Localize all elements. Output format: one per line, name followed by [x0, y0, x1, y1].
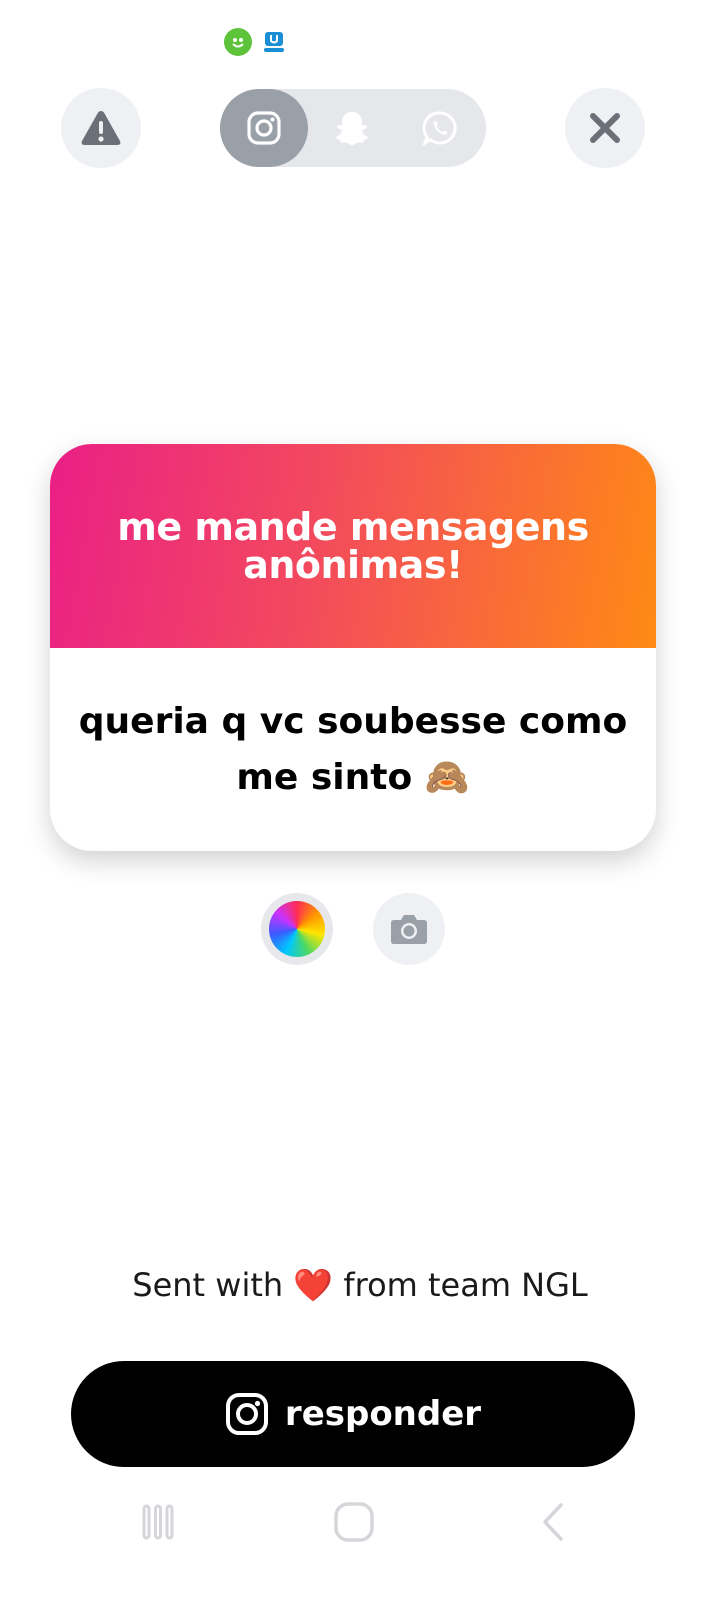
prompt-text: me mande mensagens anônimas! [117, 505, 589, 587]
color-wheel-icon [269, 901, 325, 957]
nav-back-button[interactable] [530, 1500, 574, 1544]
card-header: me mande mensagens anônimas! [50, 444, 656, 648]
hapmod-app-icon [224, 28, 252, 56]
whatsapp-icon [422, 111, 457, 146]
reply-button[interactable]: responder [71, 1361, 635, 1467]
reply-label: responder [284, 1394, 482, 1434]
heart-icon: ❤️ [293, 1266, 334, 1304]
tab-whatsapp[interactable] [396, 89, 484, 167]
color-picker-button[interactable] [261, 893, 333, 965]
warning-icon [81, 111, 121, 145]
message-text: queria q vc soubesse como me sinto 🙈 [78, 700, 628, 798]
camera-button[interactable] [373, 893, 445, 965]
nav-recents-button[interactable] [136, 1500, 180, 1544]
report-button[interactable] [61, 88, 141, 168]
upload-app-icon [260, 28, 288, 56]
tab-snapchat[interactable] [308, 89, 396, 167]
instagram-icon [247, 111, 281, 145]
back-icon [543, 1503, 563, 1541]
footer-credit: Sent with ❤️ from team NGL [0, 1266, 720, 1304]
nav-home-button[interactable] [332, 1500, 376, 1544]
status-bar [224, 28, 288, 56]
message-card: me mande mensagens anônimas! queria q vc… [50, 444, 656, 851]
card-body: queria q vc soubesse como me sinto 🙈 [50, 648, 656, 851]
tab-instagram[interactable] [220, 89, 308, 167]
footer-prefix: Sent with [132, 1266, 284, 1304]
screen: me mande mensagens anônimas! queria q vc… [0, 0, 720, 1600]
close-icon [590, 113, 620, 143]
close-button[interactable] [565, 88, 645, 168]
footer-suffix: from team NGL [343, 1266, 588, 1304]
recents-icon [142, 1504, 174, 1540]
camera-icon [391, 915, 427, 944]
snapchat-icon [336, 112, 368, 145]
instagram-icon [225, 1393, 268, 1435]
home-icon [334, 1502, 374, 1542]
share-target-switcher [220, 89, 486, 167]
